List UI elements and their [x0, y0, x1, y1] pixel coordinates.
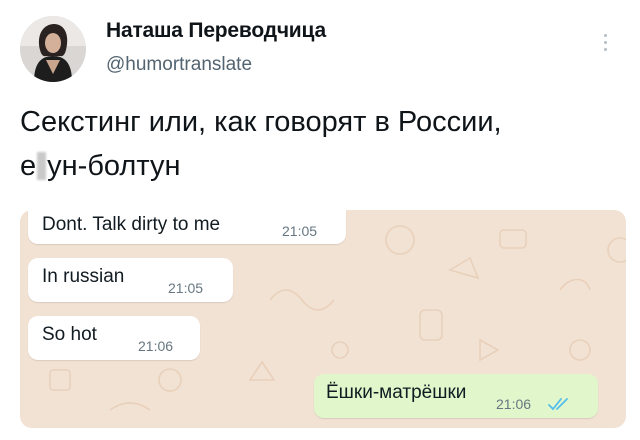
message-time: 21:06 — [496, 396, 532, 412]
tweet: Наташа Переводчица @humortranslate Секст… — [0, 0, 640, 440]
author-handle[interactable]: @humortranslate — [106, 54, 252, 76]
message-bubble: So hot 21:06 — [28, 316, 200, 360]
chat-screenshot: Dont. Talk dirty to me 21:05 In russian … — [20, 210, 626, 428]
message-bubble: In russian 21:05 — [28, 258, 233, 302]
author-avatar[interactable] — [20, 16, 86, 82]
censored-letter — [37, 152, 47, 180]
message-bubble: Dont. Talk dirty to me 21:05 — [28, 210, 346, 244]
avatar-photo-icon — [20, 16, 86, 82]
tweet-text-line-2-prefix: е — [20, 150, 37, 182]
tweet-text-line-2: е ун-болтун — [20, 144, 620, 188]
message-text: Ёшки-матрёшки — [326, 382, 467, 403]
message-text: Dont. Talk dirty to me — [42, 214, 221, 235]
message-bubble-outgoing: Ёшки-матрёшки 21:06 — [314, 374, 598, 418]
tweet-text: Секстинг или, как говорят в России, е ун-… — [20, 100, 620, 188]
message-text: In russian — [42, 266, 125, 287]
more-options-icon[interactable] — [598, 34, 612, 60]
message-text: So hot — [42, 324, 97, 345]
tweet-text-line-1: Секстинг или, как говорят в России, — [20, 106, 502, 138]
author-name[interactable]: Наташа Переводчица — [106, 19, 326, 43]
message-time: 21:05 — [168, 280, 204, 296]
message-time: 21:05 — [282, 223, 318, 239]
double-check-icon — [548, 398, 568, 411]
message-time: 21:06 — [138, 338, 174, 354]
tweet-text-line-2-suffix: ун-болтун — [47, 150, 181, 182]
